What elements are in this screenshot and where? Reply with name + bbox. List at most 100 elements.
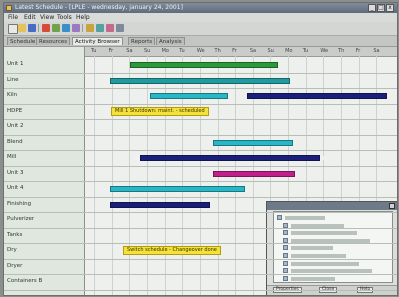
toolbar-separator: [82, 24, 83, 32]
activity-bar[interactable]: [150, 93, 228, 99]
paste-icon[interactable]: [72, 24, 80, 32]
row-divider: [4, 150, 397, 151]
maximize-button[interactable]: □: [377, 4, 385, 12]
new-icon[interactable]: [8, 24, 18, 34]
row-label[interactable]: Mill: [7, 154, 16, 160]
tree-item-label: [291, 276, 335, 281]
tab-resources[interactable]: Resources: [36, 37, 71, 45]
timeline-day-label: Fr: [232, 48, 237, 54]
row-label[interactable]: Unit 2: [7, 123, 23, 129]
timeline-day-label: Sa: [249, 48, 257, 54]
activity-bar[interactable]: [110, 77, 290, 84]
tree-item-label: [291, 269, 372, 274]
row-label[interactable]: Tanks: [7, 232, 22, 238]
minimize-button[interactable]: _: [368, 4, 376, 12]
activity-bar[interactable]: [213, 170, 295, 177]
row-label[interactable]: Pulverizer: [7, 216, 34, 222]
timeline-day-label: Tu: [302, 48, 309, 54]
timeline-day-label: We: [320, 48, 329, 54]
row-label[interactable]: Finishing: [7, 201, 31, 207]
row-divider: [4, 243, 397, 244]
folder-icon: [283, 230, 288, 236]
timeline-day-label: Su: [143, 48, 151, 54]
tree-item-label: [291, 254, 346, 258]
activity-bar[interactable]: [110, 186, 245, 192]
close-icon[interactable]: [389, 203, 395, 209]
row-divider: [4, 103, 397, 105]
row-divider: [4, 119, 397, 120]
menu-view[interactable]: View: [40, 14, 54, 21]
tab-analysis[interactable]: Analysis: [156, 37, 185, 45]
row-label[interactable]: Unit 1: [7, 61, 23, 67]
row-divider: [4, 196, 397, 198]
timeline-day-label: Th: [338, 48, 345, 54]
window-title: Latest Schedule - [LPLE - wednesday, jan…: [15, 4, 183, 11]
tab-activity-browser[interactable]: Activity Browser: [72, 37, 123, 45]
timeline-day-label: Sa: [373, 48, 380, 54]
row-divider: [4, 258, 397, 260]
folder-icon: [283, 245, 288, 251]
tree-item-label: [291, 261, 359, 266]
title-bar[interactable]: Latest Schedule - [LPLE - wednesday, jan…: [4, 3, 397, 13]
undo-icon[interactable]: [86, 24, 94, 32]
resource-tree-dialog[interactable]: Properties Close Help: [266, 201, 397, 295]
row-label[interactable]: Unit 4: [7, 185, 23, 191]
row-label[interactable]: Unit 3: [7, 170, 23, 176]
bar-arrow-icon: [320, 154, 326, 162]
timeline-day-label: We: [196, 48, 205, 54]
tree-item-label: [291, 246, 333, 251]
folder-icon: [283, 260, 288, 266]
row-divider: [4, 181, 397, 182]
activity-callout[interactable]: Switch schedule - Changeover done: [123, 246, 221, 255]
menu-help[interactable]: Help: [76, 14, 90, 21]
row-label[interactable]: Kiln: [7, 92, 17, 98]
folder-icon: [277, 215, 282, 220]
bar-arrow-icon: [133, 154, 139, 162]
print-icon[interactable]: [42, 24, 50, 32]
tab-reports[interactable]: Reports: [128, 37, 156, 45]
row-divider: [4, 165, 397, 167]
timeline-day-label: Mo: [161, 48, 169, 54]
row-label[interactable]: Dryer: [7, 263, 22, 269]
row-label[interactable]: Blend: [7, 139, 23, 145]
row-divider: [4, 212, 397, 213]
timeline-day-label: Fr: [355, 48, 361, 54]
close-button[interactable]: x: [386, 4, 394, 12]
save-icon[interactable]: [28, 24, 36, 32]
row-divider: [4, 134, 397, 136]
tab-bar: Schedule Resources Activity Browser Repo…: [4, 36, 397, 47]
toolbar-separator: [38, 24, 39, 32]
filter-icon[interactable]: [106, 24, 114, 32]
folder-icon: [283, 253, 288, 258]
row-label[interactable]: Containers B: [7, 278, 42, 284]
dialog-title-bar[interactable]: [267, 202, 397, 210]
row-label[interactable]: Dry: [7, 247, 17, 253]
cut-icon[interactable]: [52, 24, 60, 32]
resource-tree[interactable]: [273, 211, 393, 283]
tab-schedule[interactable]: Schedule: [7, 37, 39, 45]
activity-bar[interactable]: [213, 139, 293, 146]
zoom-icon[interactable]: [96, 24, 104, 32]
app-window: Latest Schedule - [LPLE - wednesday, jan…: [3, 2, 398, 296]
timeline-header: Tu Fr Sa Su Mo Tu We Th Fr Sa Su Mo Tu We Th Fr Sa: [85, 47, 397, 57]
row-divider: [4, 274, 397, 275]
timeline-day-label: Tu: [91, 48, 97, 54]
activity-bar[interactable]: [110, 201, 210, 208]
timeline-day-label: Tu: [179, 48, 185, 54]
activity-bar[interactable]: [140, 155, 320, 161]
activity-callout[interactable]: Mill 1 Shutdown: maint. - scheduled: [111, 106, 209, 116]
timeline-day-label: Mo: [285, 48, 293, 54]
timeline-day-label: Su: [267, 48, 274, 54]
menu-file[interactable]: File: [8, 14, 18, 21]
help-icon[interactable]: [116, 24, 124, 32]
activity-bar[interactable]: [247, 93, 387, 99]
activity-bar[interactable]: [130, 62, 278, 68]
row-label[interactable]: HDPE: [7, 108, 22, 114]
row-label[interactable]: Line: [7, 77, 18, 83]
menu-edit[interactable]: Edit: [24, 14, 36, 21]
copy-icon[interactable]: [62, 24, 70, 32]
open-icon[interactable]: [18, 24, 26, 32]
app-icon: [6, 5, 12, 11]
row-divider: [4, 72, 397, 74]
menu-tools[interactable]: Tools: [57, 14, 72, 21]
